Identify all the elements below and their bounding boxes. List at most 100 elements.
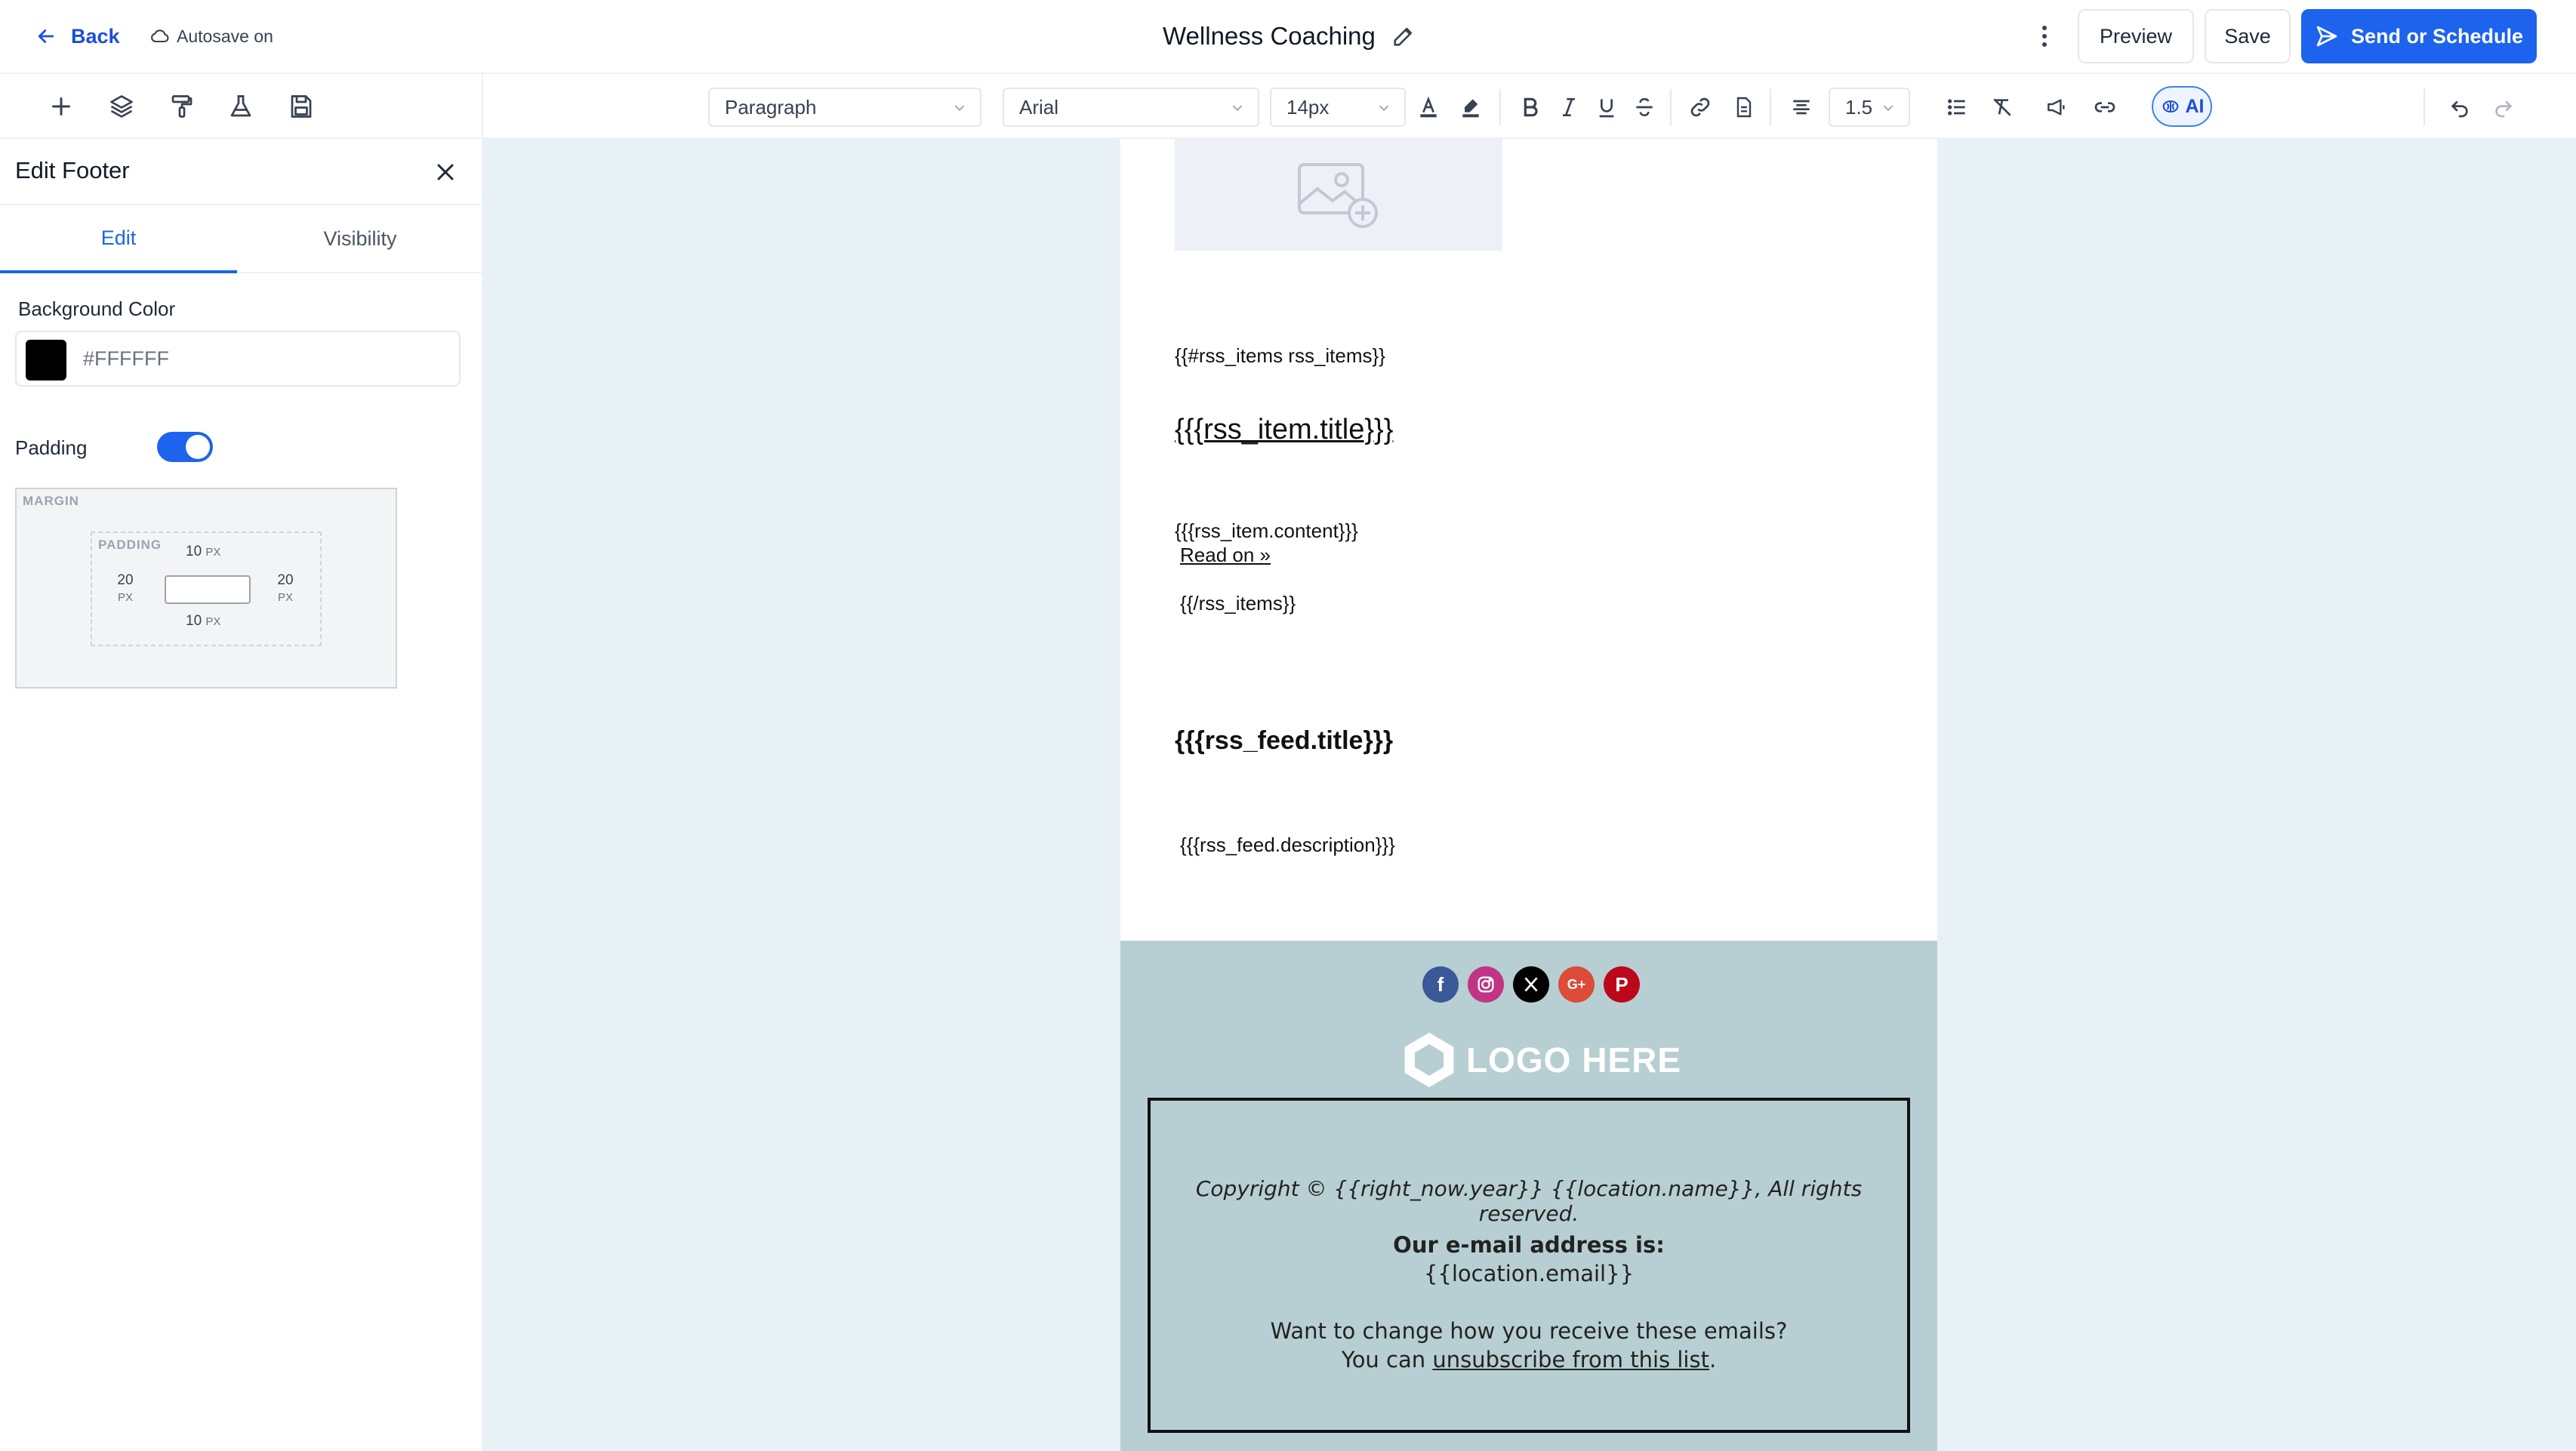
address-value[interactable]: {{location.email}} (1151, 1261, 1907, 1286)
preview-button[interactable]: Preview (2078, 9, 2194, 63)
unsubscribe-line[interactable]: You can unsubscribe from this list. (1151, 1347, 1907, 1372)
rss-item-content[interactable]: {{{rss_item.content}}} (1175, 519, 1358, 543)
rss-item-title[interactable]: {{{rss_item.title}}} (1175, 414, 1393, 446)
chevron-down-icon (1883, 105, 1893, 112)
color-swatch[interactable] (26, 340, 66, 380)
redo-button[interactable] (2487, 91, 2520, 124)
padding-left-value[interactable]: 20 PX (110, 572, 140, 605)
brain-icon (2162, 100, 2178, 113)
redo-icon (2495, 101, 2513, 118)
read-on-link[interactable]: Read on » (1180, 544, 1271, 567)
highlighter-icon (1462, 99, 1479, 118)
insert-document-button[interactable] (1727, 91, 1761, 124)
clear-format-icon (1993, 98, 2011, 116)
block-style-select[interactable]: Paragraph (708, 88, 981, 127)
margin-label: MARGIN (23, 494, 79, 508)
image-placeholder[interactable] (1175, 139, 1502, 251)
rss-items-open-tag[interactable]: {{#rss_items rss_items}} (1175, 344, 1385, 368)
email-footer[interactable]: f G+ P LOGO HERE Copyright © {{right_now… (1120, 941, 1937, 1451)
rss-feed-description[interactable]: {{{rss_feed.description}}} (1180, 833, 1395, 857)
font-size-value: 14px (1286, 95, 1330, 119)
undo-button[interactable] (2443, 91, 2476, 124)
strikethrough-icon (1636, 97, 1653, 116)
document-title-text: Wellness Coaching (1163, 22, 1376, 50)
font-family-select[interactable]: Arial (1003, 88, 1259, 127)
rss-items-close-tag[interactable]: {{/rss_items}} (1180, 592, 1296, 615)
ai-assist-button[interactable]: AI (2152, 86, 2212, 127)
facebook-icon[interactable]: f (1422, 966, 1459, 1003)
document-title[interactable]: Wellness Coaching (1163, 18, 1416, 54)
rss-feed-title[interactable]: {{{rss_feed.title}}} (1175, 726, 1393, 756)
layers-button[interactable] (104, 89, 139, 124)
font-size-select[interactable]: 14px (1270, 88, 1406, 127)
email-body: {{#rss_items rss_items}} {{{rss_item.tit… (1120, 139, 1937, 1451)
chevron-down-icon (1379, 105, 1389, 112)
x-twitter-icon[interactable] (1513, 966, 1549, 1003)
editor-toolbar: Paragraph Arial 14px 1.5 AI (0, 72, 2576, 140)
plus-icon (52, 97, 70, 116)
image-add-icon (1298, 163, 1378, 228)
save-button[interactable]: Save (2205, 9, 2291, 63)
editor-canvas: {{#rss_items rss_items}} {{{rss_item.tit… (483, 139, 2576, 1451)
change-preferences-text[interactable]: Want to change how you receive these ema… (1151, 1318, 1907, 1344)
underline-button[interactable] (1590, 91, 1623, 124)
italic-icon (1563, 98, 1575, 116)
toggle-knob (186, 435, 210, 459)
padding-top-value[interactable]: 10 PX (186, 544, 220, 560)
unsubscribe-prefix: You can (1341, 1347, 1433, 1372)
tab-visibility[interactable]: Visibility (237, 205, 483, 273)
back-button[interactable]: Back (35, 21, 120, 51)
send-or-schedule-button[interactable]: Send or Schedule (2301, 9, 2537, 63)
padding-toggle[interactable] (157, 432, 213, 462)
clear-formatting-button[interactable] (1986, 91, 2019, 124)
kebab-menu-icon (2042, 26, 2047, 47)
highlight-color-button[interactable] (1454, 91, 1487, 124)
pencil-icon[interactable] (1391, 23, 1416, 49)
toolbar-divider (1770, 89, 1771, 125)
padding-bottom-value[interactable]: 10 PX (186, 613, 220, 630)
padding-input[interactable] (165, 575, 251, 604)
social-icons: f G+ P (1422, 966, 1640, 1003)
strikethrough-button[interactable] (1628, 91, 1661, 124)
styles-button[interactable] (165, 89, 199, 124)
autosave-label: Autosave on (177, 26, 273, 46)
instagram-icon[interactable] (1468, 966, 1504, 1003)
google-plus-icon[interactable]: G+ (1558, 966, 1595, 1003)
unsubscribe-link[interactable]: unsubscribe from this list (1432, 1347, 1709, 1372)
bullet-list-button[interactable] (1940, 91, 1974, 124)
padding-right-value[interactable]: 20 PX (270, 572, 300, 605)
panel-title: Edit Footer (15, 157, 130, 183)
italic-button[interactable] (1552, 91, 1585, 124)
background-color-field[interactable]: #FFFFFF (15, 331, 461, 387)
text-color-button[interactable] (1412, 91, 1445, 124)
logo[interactable]: LOGO HERE (1400, 1030, 1681, 1090)
chain-link-icon (2094, 102, 2115, 112)
save-template-button[interactable] (284, 89, 319, 124)
autosave-status: Autosave on (149, 21, 273, 51)
footer-text-block[interactable]: Copyright © {{right_now.year}} {{locatio… (1148, 1098, 1910, 1433)
pinterest-icon[interactable]: P (1604, 966, 1640, 1003)
toolbar-divider (1670, 89, 1672, 125)
trigger-link-button[interactable] (2088, 91, 2122, 124)
layers-icon (110, 95, 133, 118)
more-options-button[interactable] (2029, 18, 2060, 54)
merge-fields-button[interactable] (2040, 91, 2073, 124)
address-label[interactable]: Our e-mail address is: (1151, 1232, 1907, 1258)
background-color-value[interactable]: #FFFFFF (83, 347, 169, 371)
copyright-text[interactable]: Copyright © {{right_now.year}} {{locatio… (1151, 1176, 1907, 1226)
align-center-icon (1793, 100, 1810, 115)
bold-button[interactable] (1514, 91, 1547, 124)
test-button[interactable] (223, 89, 258, 124)
line-height-value: 1.5 (1845, 95, 1873, 119)
line-height-select[interactable]: 1.5 (1829, 88, 1910, 127)
insert-link-button[interactable] (1684, 91, 1717, 124)
align-button[interactable] (1785, 91, 1818, 124)
add-element-button[interactable] (44, 89, 79, 124)
send-icon (2316, 26, 2337, 47)
underline-icon (1599, 99, 1614, 118)
floppy-disk-icon (291, 95, 312, 118)
tab-edit[interactable]: Edit (0, 205, 237, 273)
toolbar-divider (2423, 89, 2425, 125)
font-family-value: Arial (1019, 95, 1059, 119)
close-icon[interactable] (432, 159, 459, 186)
